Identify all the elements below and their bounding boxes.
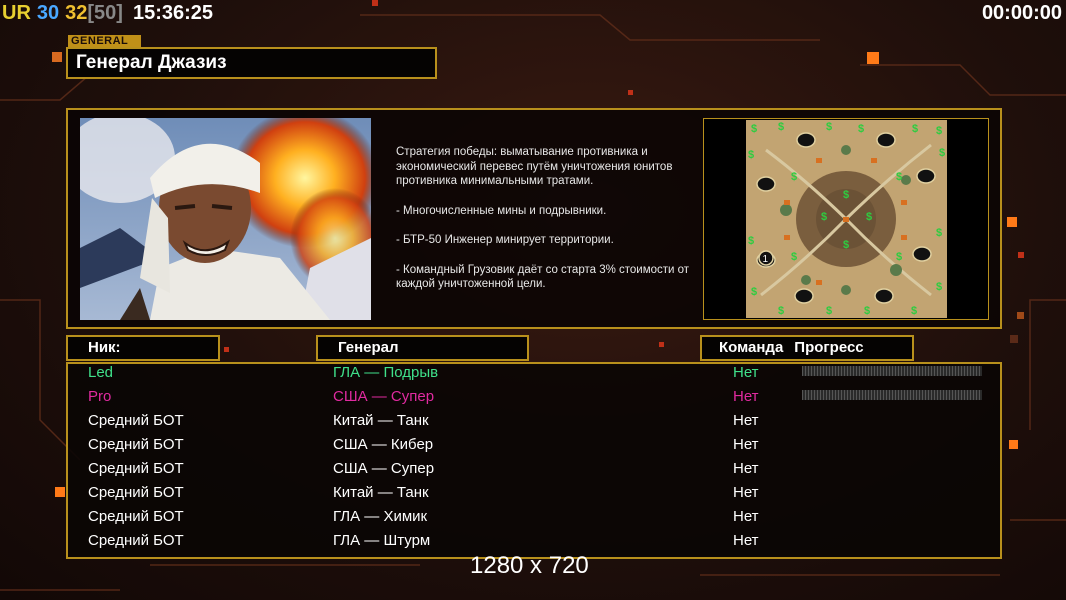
minimap-start-position: 1	[758, 250, 774, 266]
svg-text:$: $	[843, 239, 849, 251]
svg-text:$: $	[939, 147, 945, 159]
player-team: Нет	[733, 388, 759, 405]
player-row: Средний БОТ Китай — Танк Нет	[66, 482, 1002, 506]
svg-text:$: $	[864, 305, 870, 317]
player-nick: Средний БОТ	[88, 508, 184, 525]
hud-game-timer: 00:00:00	[981, 2, 1062, 24]
header-team-progress: Команда Прогресс	[700, 335, 914, 361]
svg-text:$: $	[791, 251, 797, 263]
player-row: Pro США — Супер Нет	[66, 386, 1002, 410]
svg-text:$: $	[826, 305, 832, 317]
resolution-label: 1280 x 720	[470, 552, 589, 579]
player-general: ГЛА — Химик	[333, 508, 428, 525]
svg-text:$: $	[778, 121, 784, 133]
player-team: Нет	[733, 364, 759, 381]
hud-fps-counter: UR 30 32[50] 15:36:25	[2, 2, 213, 25]
player-row: Средний БОТ Китай — Танк Нет	[66, 410, 1002, 434]
description-bullet-btr: - БТР-50 Инженер минирует территории.	[396, 234, 614, 246]
general-name: Генерал Джазиз	[76, 52, 227, 73]
svg-text:$: $	[858, 123, 864, 135]
player-general: США — Супер	[333, 388, 435, 405]
player-row: Средний БОТ ГЛА — Штурм Нет	[66, 530, 1002, 554]
player-nick: Pro	[88, 388, 112, 405]
player-progress-bar	[802, 366, 982, 376]
player-general: Китай — Танк	[333, 412, 429, 429]
header-nick: Ник:	[66, 335, 220, 361]
player-nick: Средний БОТ	[88, 436, 184, 453]
player-row: Средний БОТ США — Супер Нет	[66, 458, 1002, 482]
svg-text:$: $	[826, 121, 832, 133]
player-nick: Led	[88, 364, 114, 381]
player-row: Led ГЛА — Подрыв Нет	[66, 362, 1002, 386]
general-description: Стратегия победы: выматывание противника…	[396, 145, 696, 307]
description-bullet-truck: - Командный Грузовик даёт со старта 3% с…	[396, 263, 690, 291]
player-team: Нет	[733, 436, 759, 453]
minimap-terrain: $ $ $ $ $ $ $ $ $ $ $ $ $ $ $ $ $ $ $ $ $ $ $ $ 1	[746, 120, 947, 318]
svg-text:$: $	[748, 149, 754, 161]
player-nick: Средний БОТ	[88, 460, 184, 477]
player-team: Нет	[733, 484, 759, 501]
svg-text:$: $	[912, 123, 918, 135]
player-progress-bar	[802, 390, 982, 400]
player-general: Китай — Танк	[333, 484, 429, 501]
svg-text:$: $	[778, 305, 784, 317]
hud-fps-value: 30	[36, 2, 60, 24]
player-team: Нет	[733, 532, 759, 549]
header-general: Генерал	[316, 335, 529, 361]
hud-fps-limit: [50]	[87, 2, 123, 24]
svg-text:$: $	[896, 251, 902, 263]
hud-ur-label: UR	[2, 2, 31, 24]
player-nick: Средний БОТ	[88, 412, 184, 429]
player-nick: Средний БОТ	[88, 532, 184, 549]
header-progress: Прогресс	[794, 339, 864, 356]
player-general: ГЛА — Подрыв	[333, 364, 439, 381]
player-general: США — Кибер	[333, 436, 434, 453]
player-nick: Средний БОТ	[88, 484, 184, 501]
portrait-illustration	[80, 118, 371, 320]
player-team: Нет	[733, 508, 759, 525]
hud-clock: 15:36:25	[132, 2, 214, 24]
svg-text:$: $	[911, 305, 917, 317]
map-preview: $ $ $ $ $ $ $ $ $ $ $ $ $ $ $ $ $ $ $ $ $ $ $ $ 1	[746, 120, 947, 318]
svg-text:$: $	[936, 281, 942, 293]
svg-text:$: $	[936, 227, 942, 239]
svg-text:$: $	[866, 211, 872, 223]
player-team: Нет	[733, 460, 759, 477]
minimap-start-label: 1	[763, 254, 769, 265]
general-portrait-image	[80, 118, 371, 320]
player-row: Средний БОТ США — Кибер Нет	[66, 434, 1002, 458]
header-team: Команда	[719, 339, 784, 356]
svg-text:$: $	[791, 171, 797, 183]
player-general: США — Супер	[333, 460, 435, 477]
player-general: ГЛА — Штурм	[333, 532, 431, 549]
description-strategy: Стратегия победы: выматывание противника…	[396, 146, 673, 187]
svg-text:$: $	[936, 125, 942, 137]
player-team: Нет	[733, 412, 759, 429]
svg-text:$: $	[751, 286, 757, 298]
svg-text:$: $	[748, 235, 754, 247]
hud-logic-fps-value: 32	[65, 2, 88, 24]
svg-text:$: $	[843, 189, 849, 201]
player-row: Средний БОТ ГЛА — Химик Нет	[66, 506, 1002, 530]
description-bullet-mines: - Многочисленные мины и подрывники.	[396, 204, 607, 217]
svg-text:$: $	[751, 123, 757, 135]
svg-text:$: $	[896, 171, 902, 183]
svg-text:$: $	[821, 211, 827, 223]
